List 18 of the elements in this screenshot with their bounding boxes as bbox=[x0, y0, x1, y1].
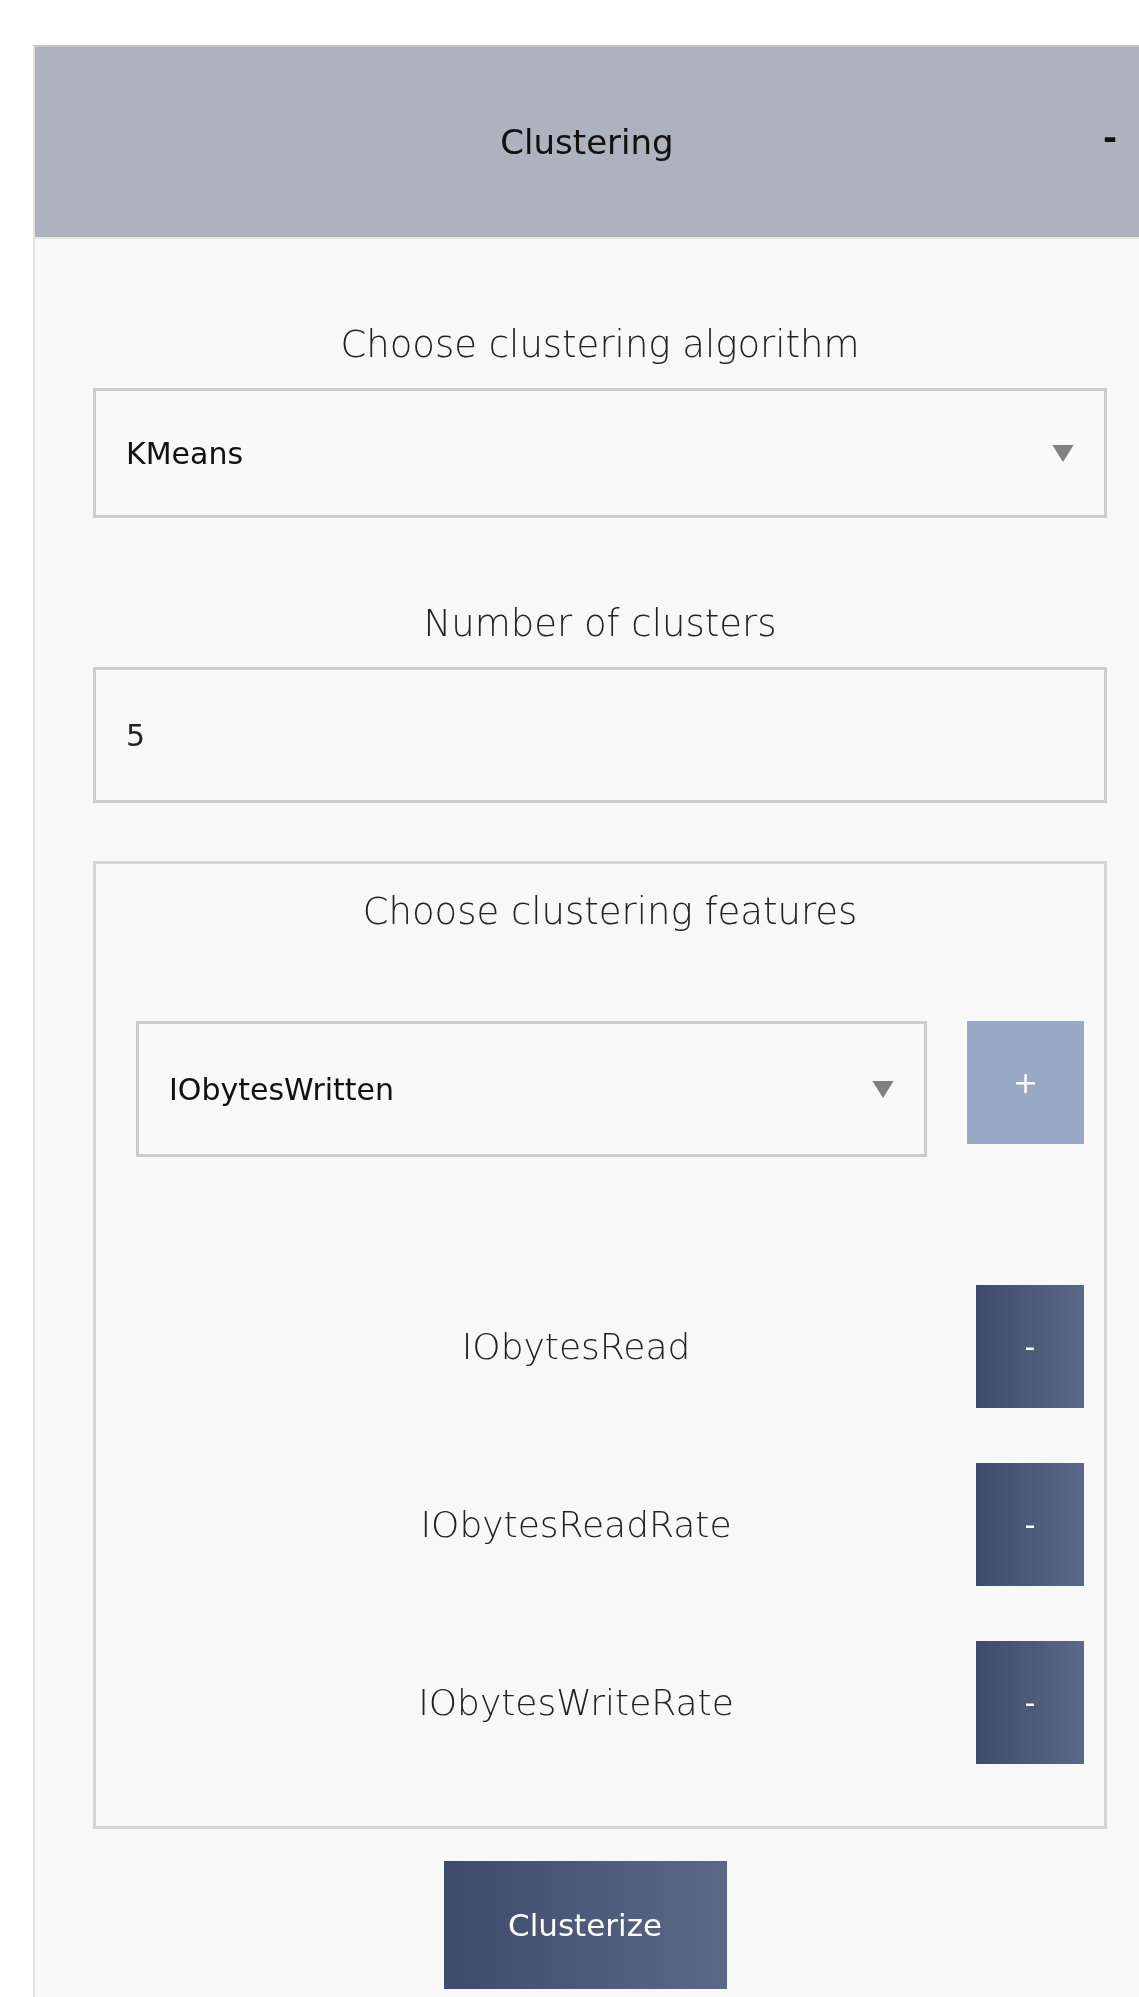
feature-name: IObytesReadRate bbox=[419, 1504, 733, 1545]
remove-button[interactable]: - bbox=[976, 1641, 1084, 1764]
field-label: Number of clusters bbox=[422, 602, 778, 645]
panel-header[interactable]: Clustering - bbox=[35, 47, 1139, 239]
number-field[interactable]: 5 bbox=[93, 667, 1107, 803]
feature-name: IObytesRead bbox=[460, 1326, 692, 1367]
caret-icon bbox=[872, 1080, 895, 1098]
remove-button[interactable]: - bbox=[976, 1285, 1084, 1408]
panel-title: Clustering bbox=[500, 122, 674, 162]
caret-icon bbox=[1052, 444, 1074, 462]
clusterize-button[interactable]: Clusterize bbox=[443, 1861, 727, 1989]
field-label: Choose clustering features bbox=[361, 890, 859, 933]
feature-name: IObytesWriteRate bbox=[417, 1682, 735, 1723]
dropdown[interactable]: IObytesWritten bbox=[136, 1021, 928, 1157]
field-label: Choose clustering algorithm bbox=[339, 323, 861, 366]
collapse-toggle[interactable]: - bbox=[1102, 117, 1117, 157]
remove-button[interactable]: - bbox=[976, 1463, 1084, 1586]
dropdown[interactable]: KMeans bbox=[93, 388, 1107, 518]
